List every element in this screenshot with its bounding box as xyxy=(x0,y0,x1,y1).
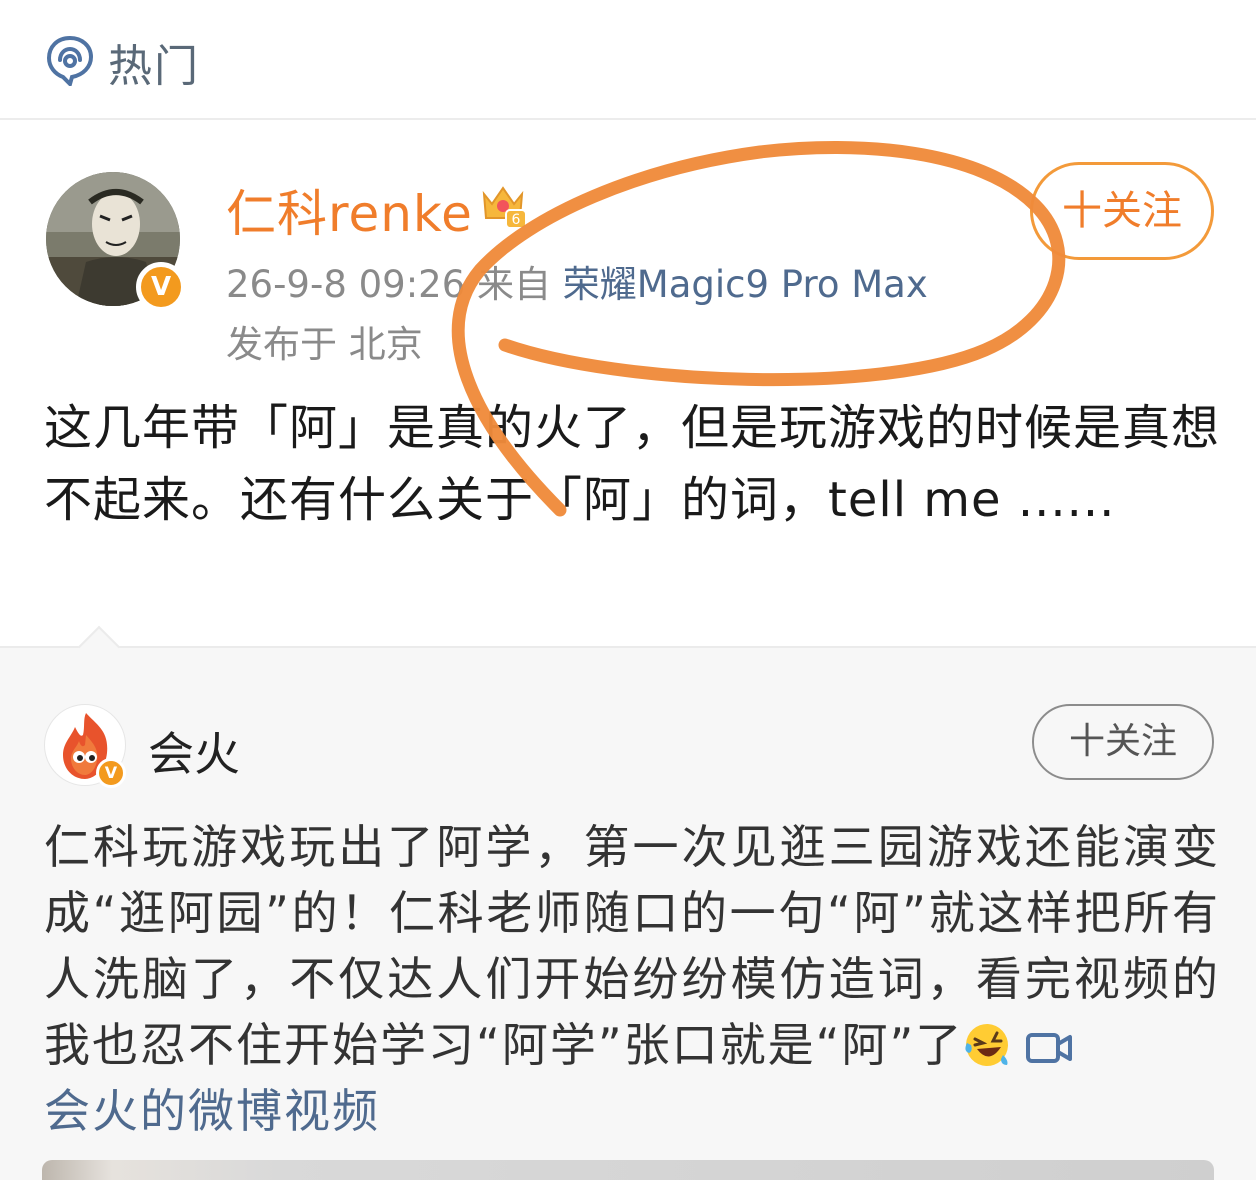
video-link[interactable]: 会火的微博视频 xyxy=(44,1084,380,1138)
post-meta: 26-9-8 09:26 来自 荣耀Magic9 Pro Max xyxy=(226,254,928,308)
repost-follow-button[interactable]: 十关注 xyxy=(1032,704,1214,780)
crown-badge-icon: 6 xyxy=(482,186,527,229)
author-name[interactable]: 仁科renke xyxy=(226,174,473,246)
hot-topic-icon xyxy=(46,35,94,86)
weibo-post[interactable]: V 仁科renke 6 26-9-8 09:26 来自 荣耀Magic9 Pro… xyxy=(0,122,1256,646)
repost-card[interactable]: V 会火 十关注 仁科玩游戏玩出了阿学，第一次见逛三园游戏还能演变成“逛阿园”的… xyxy=(0,625,1256,1180)
section-title: 热门 xyxy=(108,41,200,92)
video-thumbnail[interactable] xyxy=(42,1160,1214,1180)
follow-button[interactable]: 十关注 xyxy=(1030,162,1214,260)
post-location: 发布于 北京 xyxy=(226,323,423,366)
repost-author-name[interactable]: 会火 xyxy=(148,718,240,784)
device-source-link[interactable]: 荣耀Magic9 Pro Max xyxy=(563,263,928,306)
verified-badge: V xyxy=(136,262,186,312)
source-prefix: 来自 xyxy=(477,263,552,306)
laughing-tears-emoji-icon xyxy=(965,1024,1009,1066)
section-header: 热门 xyxy=(0,0,1256,120)
post-text: 这几年带「阿」是真的火了，但是玩游戏的时候是真想不起来。还有什么关于「阿」的词，… xyxy=(44,400,1221,528)
badge-level: 6 xyxy=(512,212,521,228)
verified-badge: V xyxy=(96,758,126,788)
post-time: 26-9-8 09:26 xyxy=(226,263,466,306)
repost-text: 仁科玩游戏玩出了阿学，第一次见逛三园游戏还能演变成“逛阿园”的！仁科老师随口的一… xyxy=(44,814,1220,1144)
video-camera-icon[interactable] xyxy=(1025,1027,1073,1067)
